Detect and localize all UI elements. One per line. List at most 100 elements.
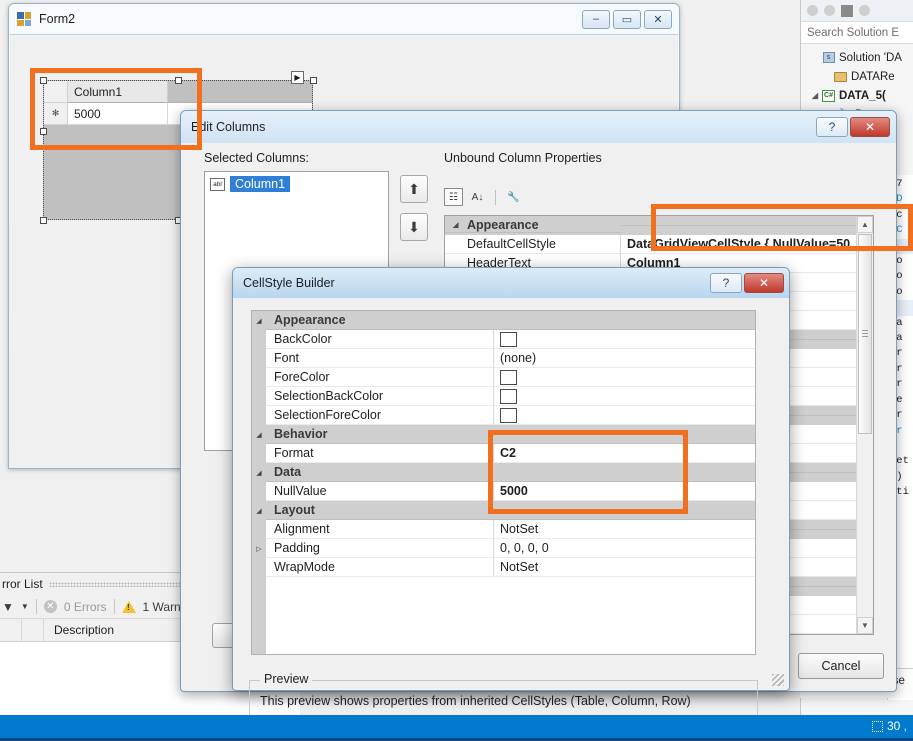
color-swatch[interactable] — [500, 389, 517, 404]
property-row-selectionforecolor[interactable]: SelectionForeColor — [252, 406, 755, 425]
chevron-down-icon[interactable]: ▼ — [21, 602, 29, 611]
edit-columns-title-bar[interactable]: Edit Columns ? ✕ — [181, 111, 896, 143]
back-icon[interactable] — [807, 5, 818, 16]
cellstyle-builder-body: ◢ Appearance BackColor Font (none) ForeC… — [234, 298, 788, 689]
color-swatch[interactable] — [500, 332, 517, 347]
property-value[interactable]: NotSet — [494, 558, 755, 577]
help-button[interactable]: ? — [710, 273, 742, 293]
tree-label: Solution 'DA — [839, 52, 902, 64]
row-gutter — [252, 558, 266, 577]
property-row-defaultcellstyle[interactable]: DefaultCellStyle DataGridViewCellStyle {… — [445, 235, 873, 254]
property-value[interactable] — [494, 387, 755, 406]
scroll-up-button[interactable]: ▲ — [857, 216, 873, 233]
property-value[interactable]: NotSet — [494, 520, 755, 539]
alphabetical-sort-icon[interactable]: A↓ — [468, 188, 487, 206]
property-row-backcolor[interactable]: BackColor — [252, 330, 755, 349]
resize-grip[interactable] — [772, 674, 784, 686]
scroll-down-button[interactable]: ▼ — [857, 617, 873, 634]
property-name: DefaultCellStyle — [445, 235, 621, 254]
property-name: NullValue — [266, 482, 494, 501]
divider — [36, 599, 37, 614]
cellstyle-property-grid[interactable]: ◢ Appearance BackColor Font (none) ForeC… — [251, 310, 756, 655]
smart-tag-glyph[interactable]: ▶ — [291, 71, 304, 84]
datagridview-cell[interactable]: 5000 — [68, 103, 168, 125]
property-value[interactable]: 0, 0, 0, 0 — [494, 539, 755, 558]
refresh-icon[interactable] — [859, 5, 870, 16]
home-icon[interactable] — [841, 5, 853, 17]
resize-handle-nw[interactable] — [40, 77, 47, 84]
cellstyle-builder-title-bar[interactable]: CellStyle Builder ? ✕ — [233, 268, 789, 298]
form2-title-bar[interactable]: Form2 – ▭ ✕ — [9, 4, 679, 34]
solution-explorer-toolbar[interactable] — [801, 0, 913, 22]
cancel-button[interactable]: Cancel — [798, 653, 884, 679]
solution-search-input[interactable]: Search Solution E — [801, 22, 913, 44]
scrollbar-thumb[interactable] — [858, 234, 872, 434]
row-gutter — [252, 444, 266, 463]
property-row-nullvalue[interactable]: NullValue 5000 — [252, 482, 755, 501]
move-down-button[interactable]: ⬇ — [400, 213, 428, 241]
column-header-cell[interactable]: Column1 — [68, 81, 168, 103]
property-grid-toolbar: ☷ A↓ 🔧 — [444, 188, 523, 206]
property-row-font[interactable]: Font (none) — [252, 349, 755, 368]
move-up-button[interactable]: ⬆ — [400, 175, 428, 203]
close-button[interactable]: ✕ — [744, 273, 784, 293]
property-value[interactable] — [494, 330, 755, 349]
color-swatch[interactable] — [500, 408, 517, 423]
resize-handle-sw[interactable] — [40, 217, 47, 224]
collapse-icon[interactable]: ◢ — [453, 221, 467, 229]
close-button[interactable]: ✕ — [644, 10, 672, 29]
property-row-padding[interactable]: ▷ Padding 0, 0, 0, 0 — [252, 539, 755, 558]
categorized-icon[interactable]: ☷ — [444, 188, 463, 206]
property-row-wrapmode[interactable]: WrapMode NotSet — [252, 558, 755, 577]
property-row-alignment[interactable]: Alignment NotSet — [252, 520, 755, 539]
collapse-icon[interactable]: ◢ — [252, 501, 266, 520]
error-count-label[interactable]: 0 Errors — [64, 600, 107, 614]
property-name: ForeColor — [266, 368, 494, 387]
tree-item-project[interactable]: ◢ C# DATA_5( — [805, 86, 913, 105]
property-category-layout[interactable]: ◢ Layout — [252, 501, 755, 520]
property-row-format[interactable]: Format C2 — [252, 444, 755, 463]
color-swatch[interactable] — [500, 370, 517, 385]
collapse-icon[interactable]: ◢ — [252, 463, 266, 482]
collapse-icon[interactable]: ◢ — [252, 311, 266, 330]
cursor-position-indicator: 30 , — [872, 719, 907, 733]
forward-icon[interactable] — [824, 5, 835, 16]
property-value[interactable] — [494, 368, 755, 387]
property-value[interactable]: (none) — [494, 349, 755, 368]
minimize-button[interactable]: – — [582, 10, 610, 29]
property-row-selectionbackcolor[interactable]: SelectionBackColor — [252, 387, 755, 406]
filter-icon[interactable]: ▼ — [2, 600, 14, 614]
collapse-icon[interactable]: ◢ — [252, 425, 266, 444]
property-grid-scrollbar[interactable]: ▲ ▼ — [856, 216, 873, 634]
resize-handle-ne[interactable] — [310, 77, 317, 84]
resize-handle-w[interactable] — [40, 128, 47, 135]
status-bar: 30 , — [0, 715, 913, 741]
help-button[interactable]: ? — [816, 117, 848, 137]
property-row-forecolor[interactable]: ForeColor — [252, 368, 755, 387]
property-value[interactable] — [494, 406, 755, 425]
header-cell-description[interactable]: Description — [44, 623, 114, 637]
expand-icon[interactable]: ▷ — [252, 539, 266, 558]
close-button[interactable]: ✕ — [850, 117, 890, 137]
property-name: SelectionBackColor — [266, 387, 494, 406]
list-item[interactable]: abl Column1 — [207, 174, 386, 194]
tree-item-folder[interactable]: DATARe — [805, 67, 913, 86]
maximize-button[interactable]: ▭ — [613, 10, 641, 29]
property-category-behavior[interactable]: ◢ Behavior — [252, 425, 755, 444]
warning-count-label[interactable]: 1 Warni — [143, 600, 184, 614]
resize-handle-n[interactable] — [175, 77, 182, 84]
property-value[interactable]: C2 — [494, 444, 755, 463]
property-category-row[interactable]: ◢ Appearance — [445, 216, 873, 235]
property-category-appearance[interactable]: ◢ Appearance — [252, 311, 755, 330]
edit-columns-title: Edit Columns — [191, 120, 265, 134]
property-category-data[interactable]: ◢ Data — [252, 463, 755, 482]
property-value[interactable]: DataGridViewCellStyle { NullValue=50 — [621, 235, 873, 254]
property-name: Format — [266, 444, 494, 463]
properties-wrench-icon[interactable]: 🔧 — [504, 188, 523, 206]
category-label: Layout — [266, 501, 494, 520]
twisty-icon[interactable]: ◢ — [809, 91, 821, 100]
cellstyle-builder-window-buttons: ? ✕ — [710, 273, 784, 293]
property-value[interactable]: 5000 — [494, 482, 755, 501]
tree-item-solution[interactable]: s Solution 'DA — [805, 48, 913, 67]
empty-area — [494, 577, 755, 655]
